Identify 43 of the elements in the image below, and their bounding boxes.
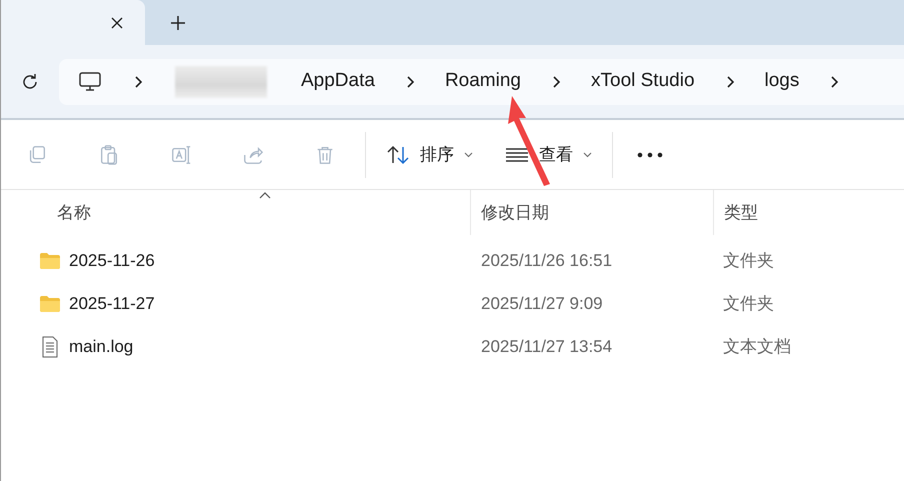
view-button[interactable]: 查看 <box>489 134 608 174</box>
modified-date: 2025/11/26 16:51 <box>480 250 614 272</box>
folder-icon <box>39 252 61 270</box>
close-icon[interactable] <box>111 16 123 28</box>
plus-icon <box>170 14 186 30</box>
rename-icon <box>170 144 192 166</box>
file-type: 文件夹 <box>722 250 775 272</box>
column-header[interactable]: 修改日期 <box>470 190 713 235</box>
list-lines-icon <box>505 146 529 162</box>
file-name: 2025-11-27 <box>69 292 155 315</box>
column-label: 名称 <box>57 202 91 224</box>
column-label: 修改日期 <box>481 202 549 224</box>
more-icon <box>637 152 663 158</box>
chevron-right-icon <box>404 74 415 88</box>
column-header[interactable]: 类型 <box>713 190 904 235</box>
chevron-right-icon <box>551 74 561 88</box>
monitor-icon <box>79 72 101 92</box>
folder-icon <box>39 294 61 312</box>
breadcrumb-item[interactable]: xTool Studio <box>589 67 697 96</box>
address-bar[interactable]: AppData Roaming xTool Studio logs <box>59 58 904 104</box>
sort-button[interactable]: 排序 <box>370 134 489 174</box>
sort-caret-icon <box>258 192 271 199</box>
file-type: 文件夹 <box>722 292 775 315</box>
breadcrumb-item[interactable]: Roaming <box>442 67 523 96</box>
column-header[interactable]: 名称 <box>1 190 470 235</box>
column-label: 类型 <box>724 202 758 224</box>
breadcrumb-item[interactable]: AppData <box>299 67 377 96</box>
modified-date: 2025/11/27 13:54 <box>480 336 614 358</box>
breadcrumb-item[interactable]: logs <box>762 67 802 96</box>
file-name: main.log <box>69 336 134 358</box>
file-row[interactable]: 2025-11-26 2025/11/26 16:51 文件夹 <box>1 239 904 282</box>
chevron-right-icon <box>829 74 840 88</box>
paste-icon <box>98 144 120 166</box>
file-type: 文本文档 <box>722 336 792 358</box>
sort-arrows-icon <box>386 144 410 164</box>
caret-down-icon <box>464 152 473 158</box>
chevron-right-icon <box>724 74 735 88</box>
modified-date: 2025/11/27 9:09 <box>480 292 604 315</box>
file-row[interactable]: main.log 2025/11/27 13:54 文本文档 <box>1 325 904 368</box>
file-row[interactable]: 2025-11-27 2025/11/27 9:09 文件夹 <box>1 282 904 325</box>
chevron-right-icon <box>133 74 143 88</box>
file-name: 2025-11-26 <box>69 250 155 272</box>
caret-down-icon <box>583 152 592 158</box>
